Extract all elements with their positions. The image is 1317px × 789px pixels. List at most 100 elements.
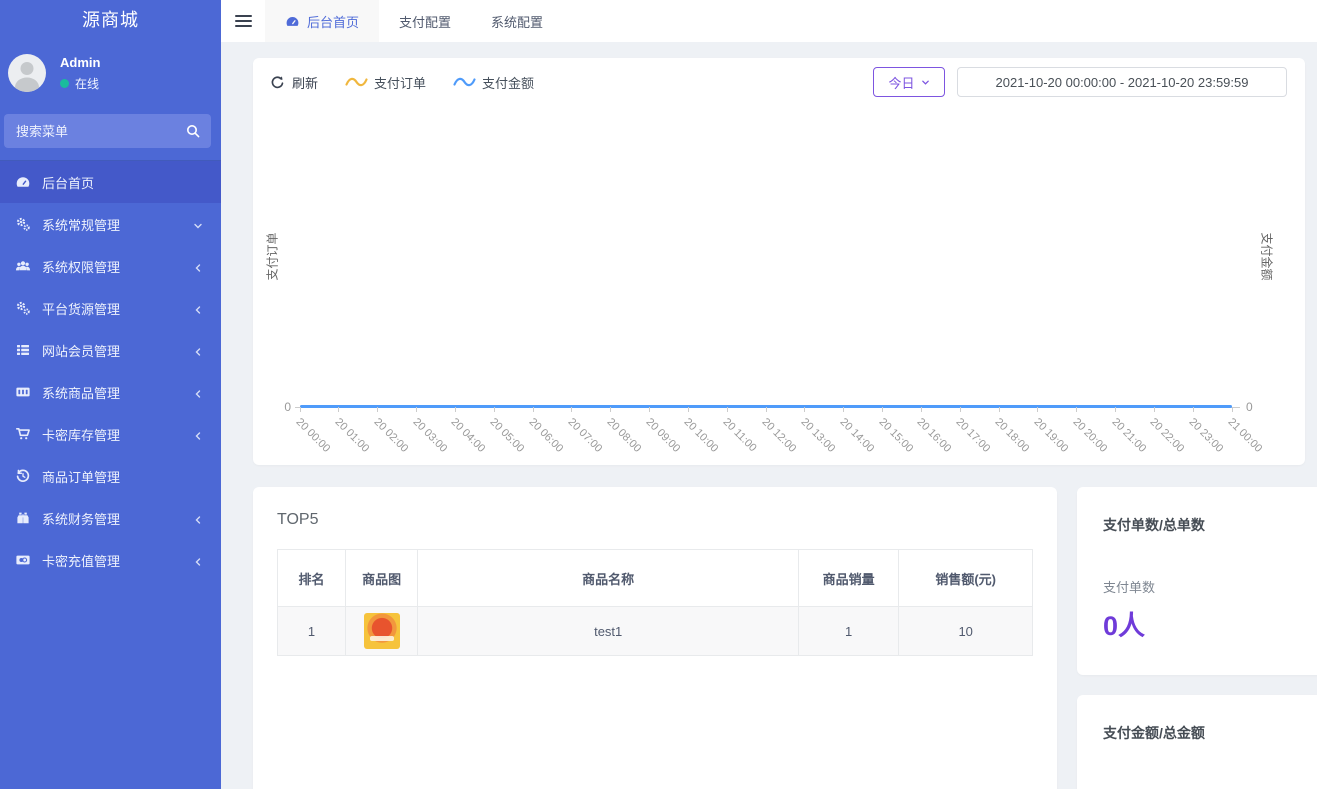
dashboard-icon <box>15 174 31 190</box>
x-axis-tick-label: 20 10:00 <box>682 416 721 455</box>
sidebar-item-platform-supply[interactable]: 平台货源管理 <box>0 287 221 329</box>
sidebar-item-system-permission[interactable]: 系统权限管理 <box>0 245 221 287</box>
x-axis-tick-label: 21 00:00 <box>1226 416 1265 455</box>
menu-toggle-icon[interactable] <box>221 0 265 42</box>
chevron-left-icon <box>193 345 203 355</box>
x-axis-tick <box>377 407 378 412</box>
wave-icon <box>345 76 368 88</box>
stat-metric-value: 0人 <box>1077 596 1317 643</box>
chevron-left-icon <box>193 261 203 271</box>
x-axis-tick <box>921 407 922 412</box>
dashboard-icon <box>285 14 300 29</box>
column-header: 排名 <box>278 550 346 607</box>
x-axis-tick-label: 20 21:00 <box>1109 416 1148 455</box>
chevron-left-icon <box>193 387 203 397</box>
x-axis-tick-label: 20 17:00 <box>954 416 993 455</box>
history-icon <box>15 468 31 484</box>
x-axis-tick <box>1154 407 1155 412</box>
main-content: 刷新 支付订单 支付金额 今日 2021-10-20 00:00:00 - 20… <box>221 42 1317 789</box>
cart-icon <box>15 426 31 442</box>
search-icon[interactable] <box>185 123 201 139</box>
range-preset-button[interactable]: 今日 <box>873 67 945 97</box>
wave-icon <box>453 76 476 88</box>
x-axis-tick <box>999 407 1000 412</box>
x-axis-tick <box>1037 407 1038 412</box>
x-axis-tick <box>882 407 883 412</box>
date-range-input[interactable]: 2021-10-20 00:00:00 - 2021-10-20 23:59:5… <box>957 67 1287 97</box>
tab-dashboard[interactable]: 后台首页 <box>265 0 379 42</box>
credit-card-icon <box>15 384 31 400</box>
sidebar-item-card-inventory[interactable]: 卡密库存管理 <box>0 413 221 455</box>
x-axis-tick <box>300 407 301 412</box>
y-axis-zero-right: 0 <box>1246 400 1253 414</box>
x-axis-tick <box>610 407 611 412</box>
x-axis-tick <box>1115 407 1116 412</box>
sidebar-item-system-finance[interactable]: 系统财务管理 <box>0 497 221 539</box>
y-axis-label-right: 支付金额 <box>1259 207 1276 307</box>
pay-count-card: 支付单数/总单数 支付单数 0人 <box>1077 487 1317 675</box>
x-axis-tick <box>960 407 961 412</box>
x-axis-tick <box>455 407 456 412</box>
x-axis-tick-label: 20 15:00 <box>876 416 915 455</box>
binoculars-icon <box>15 510 31 526</box>
x-axis-tick <box>727 407 728 412</box>
x-axis-tick-label: 20 13:00 <box>798 416 837 455</box>
online-status-dot <box>60 79 69 88</box>
column-header: 商品图 <box>345 550 417 607</box>
sidebar-item-dashboard[interactable]: 后台首页 <box>0 161 221 203</box>
x-axis-tick <box>494 407 495 412</box>
x-axis-tick-label: 20 05:00 <box>488 416 527 455</box>
x-axis-tick <box>766 407 767 412</box>
refresh-icon <box>270 75 285 90</box>
x-axis-tick-label: 20 04:00 <box>449 416 488 455</box>
x-axis-tick-label: 20 01:00 <box>332 416 371 455</box>
x-axis-tick-label: 20 22:00 <box>1148 416 1187 455</box>
x-axis-tick-label: 20 09:00 <box>643 416 682 455</box>
column-header: 商品销量 <box>798 550 898 607</box>
avatar <box>8 54 46 92</box>
column-header: 销售额(元) <box>899 550 1033 607</box>
legend-pay-orders[interactable]: 支付订单 <box>345 73 426 92</box>
stat-metric-label: 支付单数 <box>1077 535 1317 596</box>
sidebar-item-product-orders[interactable]: 商品订单管理 <box>0 455 221 497</box>
y-axis-zero-left: 0 <box>267 400 291 414</box>
tab-payment-config[interactable]: 支付配置 <box>379 0 471 42</box>
refresh-button[interactable]: 刷新 <box>270 73 318 92</box>
topbar: 后台首页 支付配置 系统配置 <box>221 0 1317 42</box>
tab-system-config[interactable]: 系统配置 <box>471 0 563 42</box>
y-axis-label-left: 支付订单 <box>264 207 281 307</box>
chevron-down-icon <box>921 78 930 87</box>
stat-card-title: 支付单数/总单数 <box>1077 487 1317 535</box>
x-axis-tick <box>649 407 650 412</box>
cogs-icon <box>15 300 31 316</box>
app-logo: 源商城 <box>0 0 221 40</box>
x-axis-tick <box>571 407 572 412</box>
x-axis-tick <box>338 407 339 412</box>
legend-pay-amount[interactable]: 支付金额 <box>453 73 534 92</box>
payments-chart-card: 刷新 支付订单 支付金额 今日 2021-10-20 00:00:00 - 20… <box>253 58 1305 465</box>
x-axis-tick <box>1076 407 1077 412</box>
top5-table: 排名商品图商品名称商品销量销售额(元) 1test1110 <box>277 549 1033 656</box>
chevron-left-icon <box>193 513 203 523</box>
sidebar-item-card-recharge[interactable]: 卡密充值管理 <box>0 539 221 581</box>
x-axis-tick-label: 20 00:00 <box>294 416 333 455</box>
sidebar: 源商城 Admin 在线 后台首页 系统常规 <box>0 0 221 789</box>
sidebar-nav: 后台首页 系统常规管理 系统权限管理 平台货源管理 <box>0 160 221 581</box>
sidebar-item-system-products[interactable]: 系统商品管理 <box>0 371 221 413</box>
x-axis-tick-label: 20 18:00 <box>993 416 1032 455</box>
x-axis-tick-label: 20 07:00 <box>565 416 604 455</box>
x-axis-tick <box>1193 407 1194 412</box>
search-input[interactable] <box>4 114 211 148</box>
user-block: Admin 在线 <box>0 40 221 108</box>
table-cell: 10 <box>899 607 1033 656</box>
sidebar-item-system-general[interactable]: 系统常规管理 <box>0 203 221 245</box>
table-cell: 1 <box>278 607 346 656</box>
sidebar-item-site-members[interactable]: 网站会员管理 <box>0 329 221 371</box>
column-header: 商品名称 <box>418 550 799 607</box>
x-axis-tick <box>804 407 805 412</box>
x-axis-tick <box>843 407 844 412</box>
chevron-left-icon <box>193 429 203 439</box>
table-cell: 1 <box>798 607 898 656</box>
x-axis-tick-label: 20 23:00 <box>1187 416 1226 455</box>
pay-amount-card: 支付金额/总金额 <box>1077 695 1317 789</box>
